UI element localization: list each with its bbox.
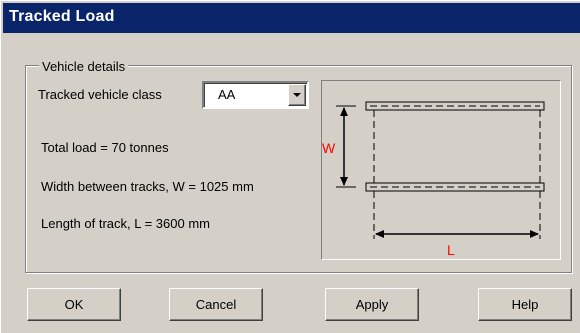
w-dimension-label: W	[322, 140, 336, 156]
apply-button[interactable]: Apply	[325, 288, 419, 321]
vehicle-class-dropdown[interactable]: AA	[202, 81, 309, 109]
w-arrow-up-icon	[340, 107, 348, 116]
tracked-load-dialog: Tracked Load Vehicle details Tracked veh…	[0, 0, 580, 333]
track-diagram: W L	[322, 101, 545, 258]
vehicle-details-label: Vehicle details	[39, 59, 129, 74]
ok-button[interactable]: OK	[27, 288, 121, 321]
l-dimension-label: L	[447, 242, 455, 258]
l-arrow-right-icon	[530, 230, 539, 238]
window-title: Tracked Load	[9, 8, 115, 25]
title-bar[interactable]: Tracked Load	[3, 3, 580, 33]
chevron-down-icon	[293, 93, 301, 97]
track-width-text: Width between tracks, W = 1025 mm	[41, 179, 254, 194]
track-length-text: Length of track, L = 3600 mm	[41, 216, 210, 231]
track-diagram-panel: W L	[321, 80, 561, 260]
w-arrow-down-icon	[340, 177, 348, 186]
dropdown-button[interactable]	[288, 84, 306, 106]
total-load-text: Total load = 70 tonnes	[41, 140, 169, 155]
help-button[interactable]: Help	[478, 288, 572, 321]
vehicle-class-value: AA	[218, 87, 236, 102]
l-arrow-left-icon	[375, 230, 384, 238]
cancel-button[interactable]: Cancel	[169, 288, 263, 321]
vehicle-class-label: Tracked vehicle class	[38, 87, 162, 102]
